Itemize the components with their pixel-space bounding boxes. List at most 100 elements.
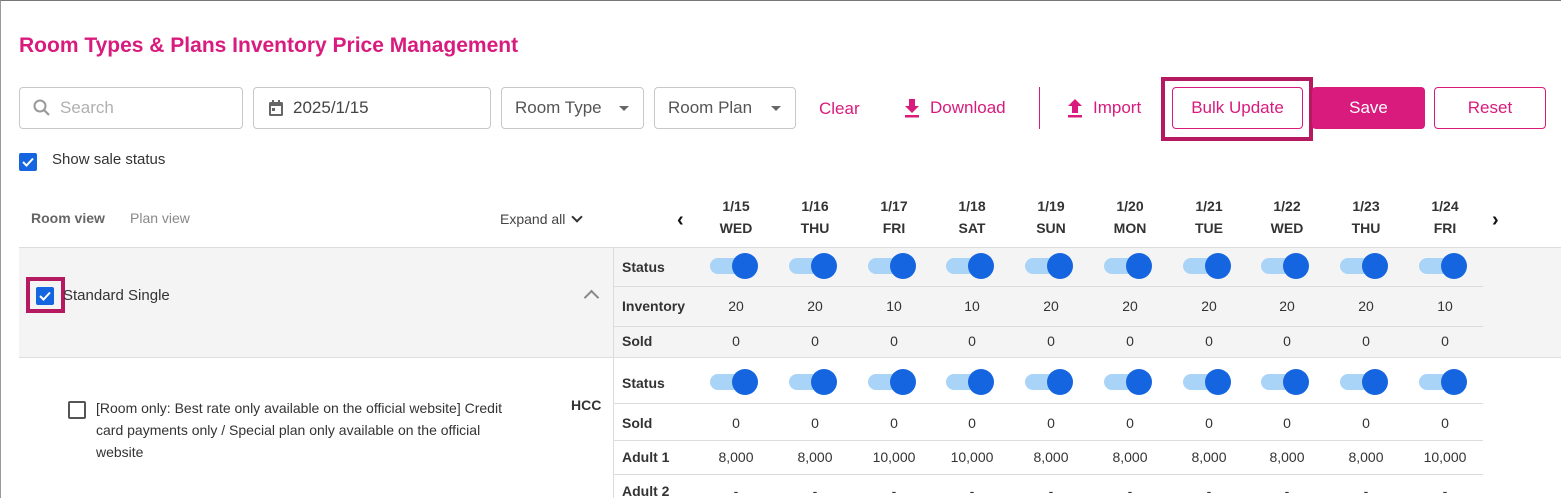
room-checkbox[interactable] <box>36 287 54 305</box>
prev-dates-button[interactable]: ‹ <box>677 209 684 232</box>
plan-status-toggle[interactable] <box>1183 369 1233 395</box>
date-column-header: 1/21 TUE <box>1179 195 1239 239</box>
bulk-update-button[interactable]: Bulk Update <box>1172 87 1303 129</box>
toggle-knob <box>1441 369 1467 395</box>
toggle-knob <box>968 253 994 279</box>
room-sold-cell: 0 <box>1362 333 1370 349</box>
room-sold-cell: 0 <box>1283 333 1291 349</box>
plan-sold-cell: 0 <box>1441 415 1449 431</box>
plan-adult2-cell: - <box>812 483 818 498</box>
room-sold-cell: 0 <box>1205 333 1213 349</box>
plan-sold-cell: 0 <box>968 415 976 431</box>
import-button[interactable]: Import <box>1066 98 1141 118</box>
plan-adult1-label: Adult 1 <box>622 449 670 465</box>
toggle-knob <box>1441 253 1467 279</box>
toggle-knob <box>1047 369 1073 395</box>
room-status-toggle[interactable] <box>868 253 918 279</box>
plan-adult2-cell: - <box>1442 483 1448 498</box>
plan-adult2-label: Adult 2 <box>622 483 670 498</box>
weekday-label: SUN <box>1036 220 1066 236</box>
room-status-toggle[interactable] <box>710 253 760 279</box>
plan-sold-cell: 0 <box>732 415 740 431</box>
room-status-toggle[interactable] <box>789 253 839 279</box>
toggle-knob <box>1047 253 1073 279</box>
search-icon <box>33 99 50 116</box>
check-icon <box>22 157 34 167</box>
plan-status-toggle[interactable] <box>789 369 839 395</box>
reset-button[interactable]: Reset <box>1434 87 1546 129</box>
toggle-knob <box>1362 369 1388 395</box>
plan-adult1-cell: 10,000 <box>950 449 994 465</box>
room-status-toggle[interactable] <box>1261 253 1311 279</box>
toggle-knob <box>1205 253 1231 279</box>
tab-room-view[interactable]: Room view <box>31 210 105 226</box>
room-name: Standard Single <box>63 287 170 304</box>
weekday-label: SAT <box>958 220 986 236</box>
row-divider <box>613 440 1483 441</box>
room-status-toggle[interactable] <box>1419 253 1469 279</box>
plan-status-toggle[interactable] <box>1340 369 1390 395</box>
import-label: Import <box>1093 98 1142 117</box>
toggle-knob <box>1362 253 1388 279</box>
plan-sold-label: Sold <box>622 415 653 431</box>
room-type-select[interactable]: Room Type <box>501 87 644 129</box>
plan-status-toggle[interactable] <box>710 369 760 395</box>
room-status-toggle[interactable] <box>1025 253 1075 279</box>
room-plan-select[interactable]: Room Plan <box>654 87 796 129</box>
download-icon <box>905 99 919 118</box>
room-sold-cell: 0 <box>1441 333 1449 349</box>
room-status-toggle[interactable] <box>1104 253 1154 279</box>
tab-plan-view[interactable]: Plan view <box>130 210 190 226</box>
date-column-header: 1/19 SUN <box>1021 195 1081 239</box>
show-sale-status-checkbox[interactable] <box>19 153 37 171</box>
date-picker[interactable]: 2025/1/15 <box>253 87 491 129</box>
room-inventory-cell: 10 <box>964 298 980 314</box>
save-button[interactable]: Save <box>1312 87 1425 129</box>
plan-adult1-cell: 8,000 <box>797 449 833 465</box>
plan-status-toggle[interactable] <box>1261 369 1311 395</box>
plan-adult1-cell: 8,000 <box>718 449 754 465</box>
download-button[interactable]: Download <box>903 98 1006 118</box>
date-column-header: 1/24 FRI <box>1415 195 1475 239</box>
toggle-knob <box>890 253 916 279</box>
plan-adult1-cell: 8,000 <box>1033 449 1069 465</box>
weekday-label: FRI <box>1433 220 1457 236</box>
search-input[interactable]: Search <box>19 87 243 129</box>
room-inventory-cell: 10 <box>1437 298 1453 314</box>
room-sold-cell: 0 <box>1047 333 1055 349</box>
calendar-icon <box>269 100 283 116</box>
plan-adult2-cell: - <box>1127 483 1133 498</box>
plan-sold-cell: 0 <box>1283 415 1291 431</box>
expand-all-button[interactable]: Expand all <box>500 211 584 227</box>
room-inventory-cell: 20 <box>1043 298 1059 314</box>
plan-status-toggle[interactable] <box>1104 369 1154 395</box>
date-column-header: 1/16 THU <box>785 195 845 239</box>
plan-checkbox[interactable] <box>68 401 86 419</box>
room-sold-cell: 0 <box>890 333 898 349</box>
plan-sold-cell: 0 <box>890 415 898 431</box>
plan-status-toggle[interactable] <box>946 369 996 395</box>
date-value: 2025/1/15 <box>293 98 369 117</box>
date-column-header: 1/23 THU <box>1336 195 1396 239</box>
plan-code: HCC <box>571 397 602 413</box>
plan-status-toggle[interactable] <box>868 369 918 395</box>
room-inventory-cell: 20 <box>807 298 823 314</box>
row-divider <box>613 403 1483 404</box>
plan-adult2-cell: - <box>1284 483 1290 498</box>
plan-status-toggle[interactable] <box>1419 369 1469 395</box>
room-status-toggle[interactable] <box>1183 253 1233 279</box>
room-plan-label: Room Plan <box>668 98 753 117</box>
room-status-toggle[interactable] <box>1340 253 1390 279</box>
check-icon <box>39 291 51 301</box>
room-status-label: Status <box>622 259 665 275</box>
date-label: 1/21 <box>1195 198 1223 214</box>
weekday-label: WED <box>719 220 753 236</box>
plan-sold-cell: 0 <box>1126 415 1134 431</box>
room-status-toggle[interactable] <box>946 253 996 279</box>
chevron-down-icon <box>771 106 781 111</box>
date-label: 1/22 <box>1273 198 1301 214</box>
clear-button[interactable]: Clear <box>819 99 860 119</box>
next-dates-button[interactable]: › <box>1492 209 1499 232</box>
date-label: 1/15 <box>722 198 750 214</box>
plan-status-toggle[interactable] <box>1025 369 1075 395</box>
